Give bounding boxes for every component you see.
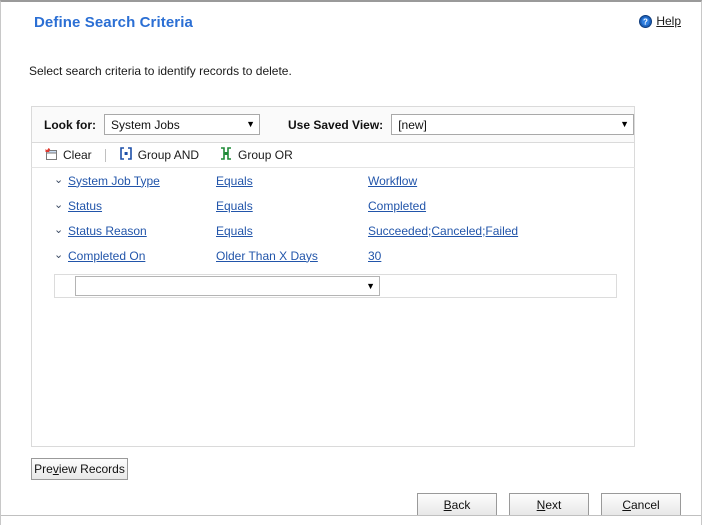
- savedview-select-value: [new]: [398, 117, 427, 132]
- page-title: Define Search Criteria: [34, 14, 193, 31]
- criteria-operator-link[interactable]: Equals: [216, 199, 368, 213]
- background-row-clipped: [1, 515, 701, 525]
- next-button[interactable]: Next: [509, 493, 589, 516]
- cancel-label: Cancel: [622, 497, 660, 512]
- criteria-operator-link[interactable]: Equals: [216, 224, 368, 238]
- help-label: Help: [656, 14, 681, 28]
- svg-text:?: ?: [643, 17, 648, 26]
- new-criteria-field-select[interactable]: ▼: [75, 276, 380, 296]
- group-and-label: Group AND: [137, 148, 200, 162]
- next-label: Next: [536, 497, 562, 512]
- clear-window-icon: [44, 147, 58, 164]
- criteria-value-link[interactable]: 30: [368, 249, 634, 263]
- chevron-down-icon: ▼: [366, 281, 375, 291]
- chevron-down-icon: ▼: [620, 119, 629, 129]
- help-circle-icon: ?: [639, 14, 653, 28]
- footer-button-group: Back Next Cancel: [417, 493, 681, 516]
- savedview-select[interactable]: [new] ▼: [391, 114, 634, 135]
- table-row: ⌄ Status Equals Completed: [32, 193, 634, 218]
- preview-records-button[interactable]: Preview Records: [31, 458, 128, 480]
- criteria-field-link[interactable]: Status: [68, 199, 216, 213]
- chevron-down-icon: ▼: [246, 119, 256, 129]
- new-criteria-row: ▼: [54, 274, 617, 298]
- group-or-bracket-icon: [219, 147, 233, 163]
- savedview-label: Use Saved View:: [288, 117, 384, 132]
- table-row: ⌄ System Job Type Equals Workflow: [32, 168, 634, 193]
- lookfor-bar: Look for: System Jobs ▼ Use Saved View: …: [31, 106, 635, 142]
- lookfor-select[interactable]: System Jobs ▼: [104, 114, 261, 135]
- help-link[interactable]: ? Help: [639, 14, 681, 28]
- clear-label: Clear: [63, 148, 92, 162]
- lookfor-select-value: System Jobs: [111, 117, 180, 132]
- lookfor-label: Look for:: [44, 117, 96, 132]
- toolbar-divider: [104, 148, 106, 162]
- criteria-value-link[interactable]: Workflow: [368, 174, 634, 188]
- group-or-label: Group OR: [238, 148, 293, 162]
- back-label: Back: [443, 497, 471, 512]
- page-subtitle: Select search criteria to identify recor…: [29, 64, 292, 78]
- back-button[interactable]: Back: [417, 493, 497, 516]
- row-chevron-down-icon[interactable]: ⌄: [54, 225, 68, 236]
- table-row: ⌄ Completed On Older Than X Days 30: [32, 243, 634, 268]
- criteria-field-link[interactable]: Status Reason: [68, 224, 216, 238]
- preview-records-label: Preview Records: [34, 462, 125, 476]
- row-chevron-down-icon[interactable]: ⌄: [54, 175, 68, 186]
- table-row: ⌄ Status Reason Equals Succeeded;Cancele…: [32, 218, 634, 243]
- dialog-window: Define Search Criteria ? Help Select sea…: [0, 0, 702, 525]
- criteria-field-link[interactable]: Completed On: [68, 249, 216, 263]
- criteria-grid: ⌄ System Job Type Equals Workflow ⌄ Stat…: [31, 168, 635, 447]
- criteria-toolbar: Clear Group AND Group OR: [31, 142, 635, 168]
- criteria-operator-link[interactable]: Older Than X Days: [216, 249, 368, 263]
- group-or-button[interactable]: Group OR: [213, 146, 299, 164]
- clear-button[interactable]: Clear: [38, 146, 98, 165]
- group-and-bracket-icon: [119, 147, 133, 163]
- criteria-value-link[interactable]: Succeeded;Canceled;Failed: [368, 224, 634, 238]
- criteria-field-link[interactable]: System Job Type: [68, 174, 216, 188]
- cancel-button[interactable]: Cancel: [601, 493, 681, 516]
- criteria-operator-link[interactable]: Equals: [216, 174, 368, 188]
- row-chevron-down-icon[interactable]: ⌄: [54, 200, 68, 211]
- criteria-value-link[interactable]: Completed: [368, 199, 634, 213]
- row-chevron-down-icon[interactable]: ⌄: [54, 250, 68, 261]
- group-and-button[interactable]: Group AND: [113, 146, 205, 164]
